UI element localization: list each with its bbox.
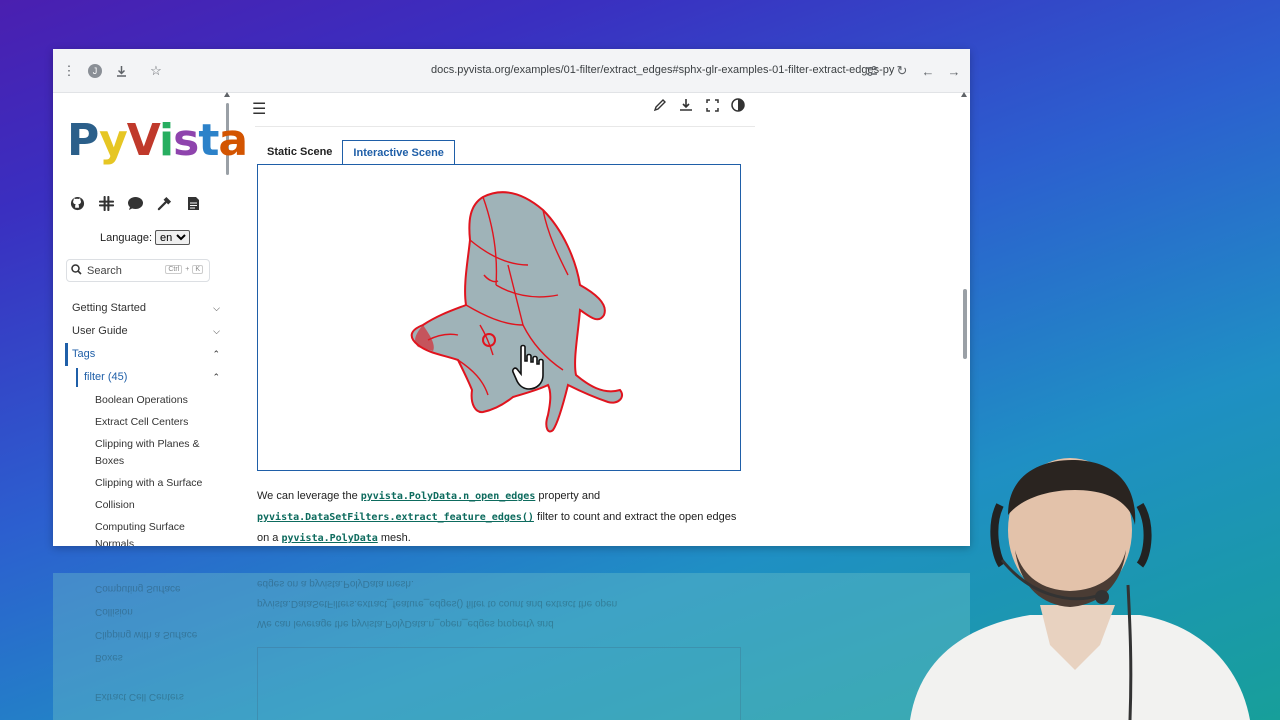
sidebar-link-boolean-operations[interactable]: Boolean Operations [65, 392, 220, 409]
back-arrow-icon[interactable]: ← [920, 63, 936, 79]
sidebar-link-clipping-planes-boxes[interactable]: Clipping with Planes & Boxes [65, 436, 220, 470]
description-paragraph: We can leverage the pyvista.PolyData.n_o… [257, 486, 747, 546]
theme-toggle-icon[interactable] [730, 97, 746, 113]
chevron-down-icon[interactable]: ⌵ [213, 320, 220, 343]
search-input[interactable]: Search Ctrl + K [66, 259, 210, 282]
address-bar-url[interactable]: docs.pyvista.org/examples/01-filter/extr… [431, 64, 894, 76]
more-vert-icon[interactable]: ⋮ [61, 63, 77, 79]
sidebar-item-tags[interactable]: Tags ⌃ [65, 343, 220, 366]
browser-window: ⋮ J ☆ docs.pyvista.org/examples/01-filte… [53, 49, 970, 546]
para-text: We can leverage the [257, 490, 361, 502]
social-links [69, 195, 202, 212]
logo-letter: P [67, 115, 100, 166]
site-settings-icon[interactable] [864, 63, 880, 79]
document-icon[interactable] [185, 195, 202, 212]
reflection-text: Clipping with a Surface [95, 629, 198, 640]
scene-tabs: Static Scene Interactive Scene [257, 140, 455, 165]
nav-label: filter (45) [84, 371, 128, 383]
language-label: Language: [100, 231, 152, 244]
link-n-open-edges[interactable]: pyvista.PolyData.n_open_edges [361, 491, 536, 502]
forward-arrow-icon[interactable]: → [946, 63, 962, 79]
window-reflection: edges on a pyvista.PolyData mesh. pyvist… [53, 573, 970, 720]
reflection-text: We can leverage the pyvista.PolyData.n_o… [257, 618, 554, 629]
reflection-text: pyvista.DataSetFilters.extract_feature_e… [257, 598, 618, 609]
chevron-down-icon[interactable]: ⌵ [213, 297, 220, 320]
para-text: mesh. [377, 532, 411, 544]
sidebar-item-user-guide[interactable]: User Guide ⌵ [65, 320, 220, 343]
cow-mesh [410, 191, 624, 433]
link-polydata[interactable]: pyvista.PolyData [281, 533, 377, 544]
reflection-text: edges on a pyvista.PolyData mesh. [257, 578, 414, 589]
para-text: property and [535, 490, 601, 502]
profile-avatar[interactable]: J [87, 63, 103, 79]
language-selector: Language: en [100, 230, 190, 245]
tab-interactive-scene[interactable]: Interactive Scene [342, 140, 455, 165]
github-icon[interactable] [69, 195, 86, 212]
kbd-k: K [192, 265, 203, 274]
page-actions [652, 97, 746, 113]
search-shortcut: Ctrl + K [165, 265, 203, 274]
fullscreen-icon[interactable] [704, 97, 720, 113]
sidebar-item-getting-started[interactable]: Getting Started ⌵ [65, 297, 220, 320]
link-extract-feature-edges[interactable]: pyvista.DataSetFilters.extract_feature_e… [257, 512, 534, 523]
chevron-up-icon[interactable]: ⌃ [212, 366, 220, 389]
hamburger-menu-icon[interactable]: ☰ [252, 99, 266, 119]
reflection-text: Computing Surface [95, 583, 181, 594]
logo-letter: s [173, 115, 199, 166]
sidebar-link-computing-surface-normals[interactable]: Computing Surface Normals [65, 519, 220, 546]
chevron-up-icon[interactable]: ⌃ [212, 343, 220, 366]
sidebar-nav: Getting Started ⌵ User Guide ⌵ Tags ⌃ filte… [65, 297, 220, 546]
bookmark-star-icon[interactable]: ☆ [148, 63, 164, 79]
download-icon[interactable] [678, 97, 694, 113]
scroll-up-arrow[interactable] [961, 92, 967, 97]
header-divider [255, 126, 755, 127]
search-placeholder: Search [87, 264, 122, 277]
search-icon [71, 263, 85, 278]
kbd-plus: + [185, 266, 190, 273]
nav-label: Getting Started [72, 302, 146, 314]
sidebar-item-filter[interactable]: filter (45) ⌃ [65, 366, 220, 389]
reflection-text: Collision [95, 606, 133, 617]
reflection-text: Extract Cell Centers [95, 691, 184, 702]
reload-icon[interactable]: ↻ [894, 63, 910, 79]
discussion-bubble-icon[interactable] [127, 195, 144, 212]
logo-letter: V [126, 115, 160, 166]
language-select[interactable]: en [155, 230, 190, 245]
presenter-silhouette [910, 458, 1250, 720]
avatar-letter: J [88, 64, 102, 78]
scroll-thumb[interactable] [963, 289, 967, 359]
hammer-icon[interactable] [156, 195, 173, 212]
scroll-up-arrow[interactable] [224, 92, 230, 97]
kbd-ctrl: Ctrl [165, 265, 183, 274]
edit-pencil-icon[interactable] [652, 97, 668, 113]
sidebar-link-extract-cell-centers[interactable]: Extract Cell Centers [65, 414, 220, 431]
nav-label: User Guide [72, 325, 128, 337]
logo-letter: t [198, 115, 219, 166]
interactive-3d-viewport[interactable] [257, 164, 741, 471]
sidebar-link-collision[interactable]: Collision [65, 497, 220, 514]
reflection-text: Boxes [95, 652, 123, 663]
sidebar-link-clipping-surface[interactable]: Clipping with a Surface [65, 475, 220, 492]
pyvista-logo[interactable]: PyVista [67, 115, 248, 166]
cow-mesh-render [410, 191, 624, 433]
slack-icon[interactable] [98, 195, 115, 212]
logo-letter: a [218, 115, 248, 166]
logo-letter: i [159, 115, 174, 166]
nav-label: Tags [72, 348, 96, 360]
webcam-overlay [890, 455, 1260, 720]
reflection-box [257, 647, 741, 720]
logo-letter: y [99, 115, 128, 166]
browser-toolbar: ⋮ J ☆ docs.pyvista.org/examples/01-filte… [53, 49, 970, 93]
tab-static-scene[interactable]: Static Scene [257, 140, 342, 165]
download-icon[interactable] [113, 63, 129, 79]
